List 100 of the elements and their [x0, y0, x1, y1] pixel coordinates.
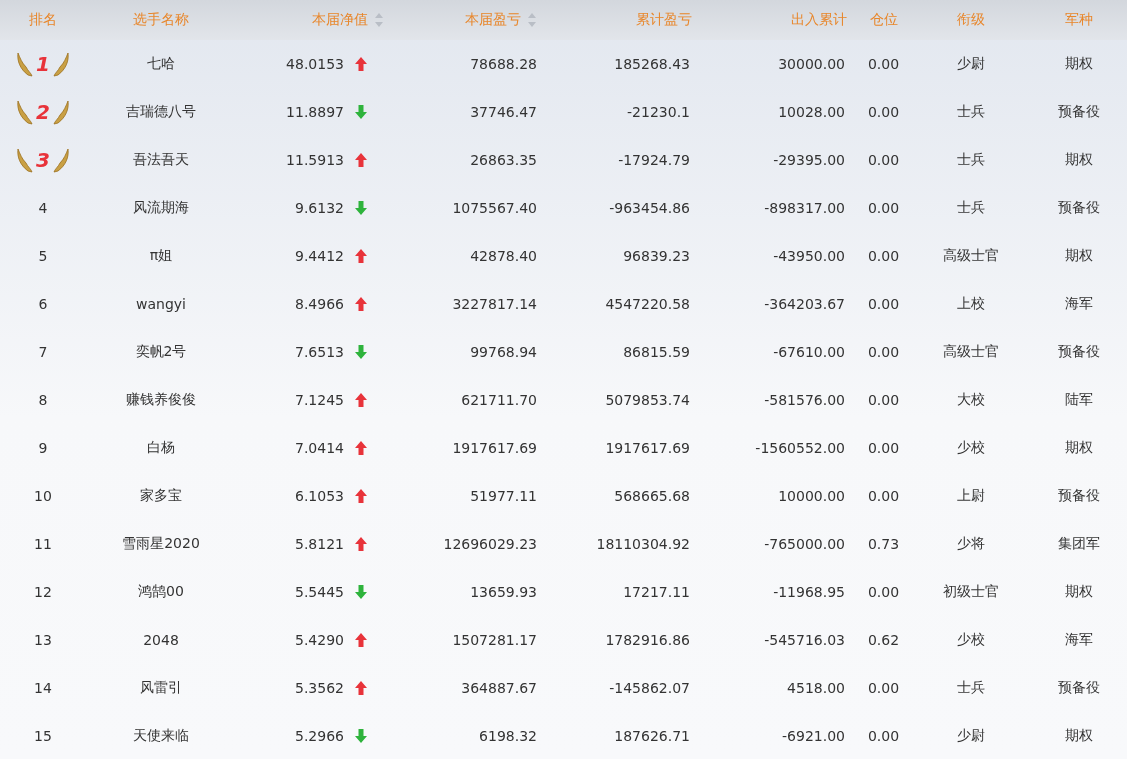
table-cell-text: 上校	[956, 295, 986, 313]
table-cell-text: 期权	[1063, 247, 1094, 265]
table-cell-text: 42878.40	[469, 248, 538, 264]
table-cell-text: 预备役	[1056, 103, 1101, 121]
table-cell-text: 4547220.58	[604, 296, 691, 312]
rank-number: 4	[37, 200, 49, 216]
rank-number: 1	[36, 52, 50, 76]
table-cell-text: 10000.00	[777, 488, 846, 504]
net-value: 9.4412	[295, 248, 344, 264]
table-cell-text: -145862.07	[608, 680, 691, 696]
table-cell-text: 0.00	[866, 200, 901, 216]
table-cell-text: 高级士官	[942, 247, 1000, 265]
player-name: 2048	[142, 632, 180, 648]
table-cell-text: 期权	[1063, 727, 1094, 745]
table-cell-text: 0.00	[866, 344, 901, 360]
table-cell-text: 预备役	[1056, 487, 1101, 505]
rank-number: 13	[33, 632, 53, 648]
table-cell-text: -765000.00	[763, 536, 846, 552]
table-cell-text: 期权	[1063, 151, 1094, 169]
column-header[interactable]: 本届净值	[312, 11, 368, 29]
net-value: 5.2966	[295, 728, 344, 744]
table-cell-text: -21230.1	[626, 104, 691, 120]
table-cell-text: 0.00	[866, 152, 901, 168]
player-name: 风雷引	[139, 679, 183, 697]
wing-icon	[16, 147, 35, 173]
player-name: 白杨	[146, 439, 176, 457]
table-cell-text: 6198.32	[478, 728, 538, 744]
table-cell-text: 1917617.69	[604, 440, 691, 456]
column-header: 累计盈亏	[636, 11, 692, 29]
column-header: 出入累计	[791, 11, 847, 29]
table-cell-text: 621711.70	[460, 392, 538, 408]
table-cell-text: 86815.59	[622, 344, 691, 360]
table-cell-text: 187626.71	[613, 728, 691, 744]
rank-number: 6	[37, 296, 49, 312]
net-value: 11.8897	[286, 104, 344, 120]
column-header: 仓位	[869, 11, 898, 29]
table-cell-text: 5079853.74	[604, 392, 691, 408]
table-cell-text: -43950.00	[772, 248, 846, 264]
table-cell-text: 4518.00	[786, 680, 846, 696]
rank-number: 11	[33, 536, 53, 552]
sort-icon[interactable]	[374, 12, 384, 28]
table-cell-text: -898317.00	[763, 200, 846, 216]
table-cell-text: -1560552.00	[754, 440, 846, 456]
table-cell-text: 士兵	[956, 679, 986, 697]
table-cell-text: 大校	[956, 391, 986, 409]
table-cell-text: 期权	[1063, 583, 1094, 601]
table-cell-text: 海军	[1063, 295, 1094, 313]
column-header[interactable]: 本届盈亏	[465, 11, 521, 29]
rank-number: 12	[33, 584, 53, 600]
table-cell-text: 0.73	[866, 536, 901, 552]
table-cell-text: 上尉	[956, 487, 986, 505]
net-value: 5.4290	[295, 632, 344, 648]
table-cell-text: 1917617.69	[451, 440, 538, 456]
column-header: 军种	[1064, 11, 1093, 29]
net-value: 8.4966	[295, 296, 344, 312]
table-cell-text: 士兵	[956, 151, 986, 169]
rank-number: 5	[37, 248, 49, 264]
table-cell-text: 51977.11	[469, 488, 538, 504]
table-cell-text: 364887.67	[460, 680, 538, 696]
player-name: 风流期海	[132, 199, 190, 217]
table-cell-text: 少尉	[956, 55, 986, 73]
table-cell-text: 少尉	[956, 727, 986, 745]
table-cell-text: 3227817.14	[451, 296, 538, 312]
table-cell-text: 高级士官	[942, 343, 1000, 361]
table-cell-text: 17217.11	[622, 584, 691, 600]
wing-icon	[51, 99, 70, 125]
table-cell-text: 少校	[956, 631, 986, 649]
player-name: 赚钱养俊俊	[125, 391, 197, 409]
table-cell-text: 士兵	[956, 199, 986, 217]
player-name: 天使来临	[132, 727, 190, 745]
table-cell-text: -29395.00	[772, 152, 846, 168]
column-header: 选手名称	[133, 11, 189, 29]
net-value: 7.6513	[295, 344, 344, 360]
table-cell-text: 少将	[956, 535, 986, 553]
net-value: 5.5445	[295, 584, 344, 600]
table-cell-text: 0.00	[866, 488, 901, 504]
table-cell-text: -67610.00	[772, 344, 846, 360]
wing-icon	[51, 51, 70, 77]
player-name: π姐	[148, 247, 174, 265]
rank-number: 2	[36, 100, 50, 124]
table-cell-text: 30000.00	[777, 56, 846, 72]
table-cell-text: 26863.35	[469, 152, 538, 168]
table-cell-text: 0.00	[866, 392, 901, 408]
net-value: 5.3562	[295, 680, 344, 696]
table-cell-text: 37746.47	[469, 104, 538, 120]
rank-number: 10	[33, 488, 53, 504]
table-cell-text: 预备役	[1056, 199, 1101, 217]
sort-icon[interactable]	[527, 12, 537, 28]
net-value: 6.1053	[295, 488, 344, 504]
net-value: 11.5913	[286, 152, 344, 168]
table-cell-text: 10028.00	[777, 104, 846, 120]
player-name: 七哈	[146, 55, 176, 73]
table-cell-text: 0.00	[866, 680, 901, 696]
table-cell-text: 0.00	[866, 584, 901, 600]
table-cell-text: 0.62	[866, 632, 901, 648]
table-cell-text: 1075567.40	[451, 200, 538, 216]
net-value: 7.0414	[295, 440, 344, 456]
table-cell-text: 0.00	[866, 248, 901, 264]
table-cell-text: 12696029.23	[442, 536, 538, 552]
rank-number: 8	[37, 392, 49, 408]
